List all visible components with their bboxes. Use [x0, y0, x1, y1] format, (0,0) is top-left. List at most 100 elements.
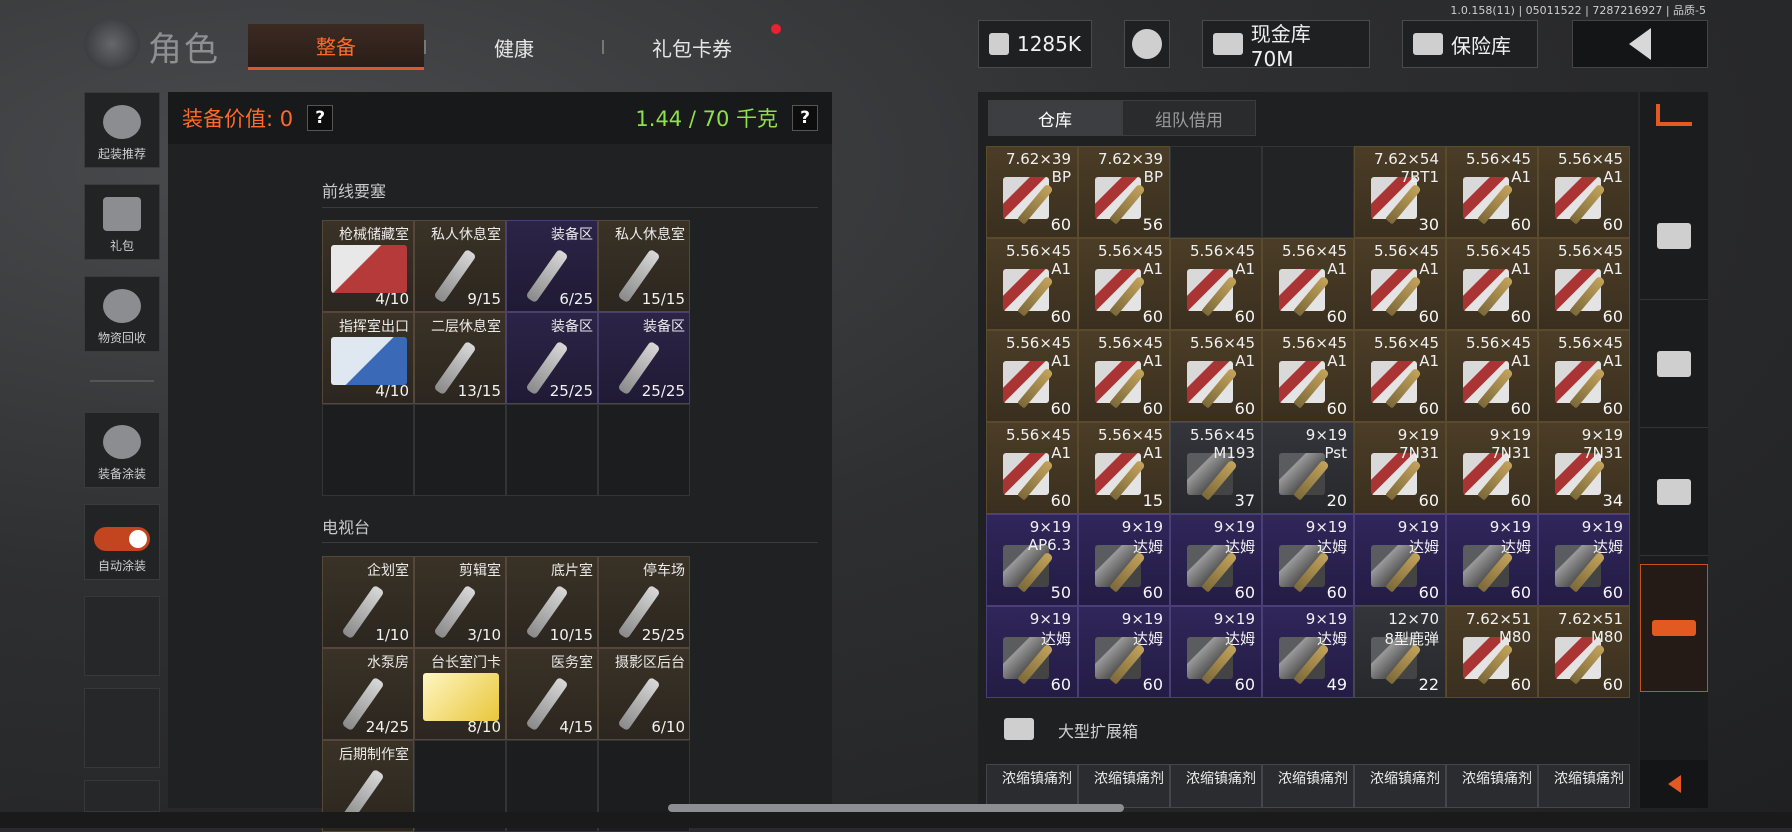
- ammo-item[interactable]: 7.62×54 7BT1 30: [1354, 146, 1446, 238]
- ammo-item[interactable]: 9×19 7N31 34: [1538, 422, 1630, 514]
- key-item[interactable]: 摄影区后台 6/10: [598, 648, 690, 740]
- key-item[interactable]: 枪械储藏室 4/10: [322, 220, 414, 312]
- ammo-item[interactable]: 5.56×45 A1 60: [1538, 330, 1630, 422]
- key-item[interactable]: 医务室 4/15: [506, 648, 598, 740]
- empty-key-slot[interactable]: [506, 404, 598, 496]
- key-item[interactable]: 企划室 1/10: [322, 556, 414, 648]
- tab-warehouse[interactable]: 仓库: [988, 100, 1122, 136]
- ammo-type: 达姆: [1132, 538, 1163, 556]
- ammo-item[interactable]: 5.56×45 A1 60: [1538, 146, 1630, 238]
- sort-icon[interactable]: [1656, 104, 1692, 126]
- ammo-item[interactable]: 5.56×45 A1 60: [986, 422, 1078, 514]
- med-item[interactable]: 浓缩镇痛剂: [1446, 764, 1538, 808]
- ammo-item[interactable]: 9×19 达姆 60: [1170, 514, 1262, 606]
- empty-item-slot[interactable]: [1170, 146, 1262, 238]
- key-item[interactable]: 私人休息室 9/15: [414, 220, 506, 312]
- ammo-item[interactable]: 5.56×45 M193 37: [1170, 422, 1262, 514]
- back-button[interactable]: [1572, 20, 1708, 68]
- sidebar-divider: [90, 380, 154, 382]
- vault-icon: [1213, 33, 1243, 55]
- ammo-item[interactable]: 5.56×45 A1 60: [1446, 330, 1538, 422]
- filter-gear[interactable]: [1640, 300, 1708, 428]
- sidebar-item-recycle[interactable]: 物资回收: [84, 276, 160, 352]
- ammo-item[interactable]: 5.56×45 A1 60: [1262, 238, 1354, 330]
- ammo-item[interactable]: 9×19 达姆 60: [1538, 514, 1630, 606]
- ammo-item[interactable]: 5.56×45 A1 15: [1078, 422, 1170, 514]
- horizontal-scrollbar[interactable]: [668, 804, 1124, 812]
- ammo-item[interactable]: 5.56×45 A1 60: [986, 238, 1078, 330]
- ammo-item[interactable]: 5.56×45 A1 60: [1262, 330, 1354, 422]
- med-item[interactable]: 浓缩镇痛剂: [1354, 764, 1446, 808]
- ammo-item[interactable]: 5.56×45 A1 60: [1078, 330, 1170, 422]
- med-name: 浓缩镇痛剂: [1554, 771, 1624, 787]
- ammo-item[interactable]: 9×19 达姆 49: [1262, 606, 1354, 698]
- cash-vault-button[interactable]: 现金库 70M: [1202, 20, 1370, 71]
- med-item[interactable]: 浓缩镇痛剂: [1262, 764, 1354, 808]
- currency-display[interactable]: 1285K: [978, 20, 1092, 68]
- help-icon[interactable]: ?: [307, 105, 334, 131]
- empty-item-slot[interactable]: [1262, 146, 1354, 238]
- key-item[interactable]: 水泵房 24/25: [322, 648, 414, 740]
- ammo-item[interactable]: 9×19 达姆 60: [1262, 514, 1354, 606]
- ammo-item[interactable]: 9×19 7N31 60: [1354, 422, 1446, 514]
- ammo-item[interactable]: 9×19 达姆 60: [986, 606, 1078, 698]
- med-item[interactable]: 浓缩镇痛剂: [1538, 764, 1630, 808]
- ammo-item[interactable]: 5.56×45 A1 60: [1446, 238, 1538, 330]
- key-item[interactable]: 装备区 6/25: [506, 220, 598, 312]
- empty-key-slot[interactable]: [598, 404, 690, 496]
- key-item[interactable]: 剪辑室 3/10: [414, 556, 506, 648]
- help-icon[interactable]: ?: [792, 105, 818, 131]
- ammo-item[interactable]: 9×19 达姆 60: [1170, 606, 1262, 698]
- tab-team-borrow[interactable]: 组队借用: [1122, 100, 1256, 136]
- ammo-item[interactable]: 7.62×39 BP 56: [1078, 146, 1170, 238]
- med-item[interactable]: 浓缩镇痛剂: [1170, 764, 1262, 808]
- ammo-item[interactable]: 9×19 达姆 60: [1078, 514, 1170, 606]
- ammo-item[interactable]: 7.62×51 M80 60: [1446, 606, 1538, 698]
- auto-paint-toggle[interactable]: [94, 527, 150, 551]
- collapse-button[interactable]: [1640, 760, 1708, 808]
- ammo-item[interactable]: 7.62×39 BP 60: [986, 146, 1078, 238]
- med-item[interactable]: 浓缩镇痛剂: [1078, 764, 1170, 808]
- tab-gift-cards[interactable]: 礼包卡券: [604, 24, 780, 70]
- sidebar-item-gift[interactable]: 礼包: [84, 184, 160, 260]
- filter-container[interactable]: [1640, 172, 1708, 300]
- ammo-item[interactable]: 9×19 7N31 60: [1446, 422, 1538, 514]
- agent-button[interactable]: [1124, 20, 1170, 68]
- ammo-item[interactable]: 5.56×45 A1 60: [1078, 238, 1170, 330]
- sidebar-item-paint[interactable]: 装备涂装: [84, 412, 160, 488]
- key-item[interactable]: 底片室 10/15: [506, 556, 598, 648]
- ammo-item[interactable]: 5.56×45 A1 60: [1354, 238, 1446, 330]
- filter-storage[interactable]: [1640, 428, 1708, 556]
- ammo-item[interactable]: 5.56×45 A1 60: [1170, 330, 1262, 422]
- sidebar-item-loadout-recommend[interactable]: 起装推荐: [84, 92, 160, 168]
- ammo-item[interactable]: 9×19 Pst 20: [1262, 422, 1354, 514]
- ammo-item[interactable]: 9×19 达姆 60: [1078, 606, 1170, 698]
- filter-weapons[interactable]: [1640, 564, 1708, 692]
- key-item[interactable]: 指挥室出口 4/10: [322, 312, 414, 404]
- key-item[interactable]: 装备区 25/25: [598, 312, 690, 404]
- sidebar-item-auto-paint[interactable]: 自动涂装: [84, 504, 160, 580]
- ammo-item[interactable]: 5.56×45 A1 60: [1354, 330, 1446, 422]
- ammo-item[interactable]: 5.56×45 A1 60: [1538, 238, 1630, 330]
- ammo-type: 7N31: [1583, 444, 1623, 462]
- ammo-item[interactable]: 5.56×45 A1 60: [986, 330, 1078, 422]
- med-item[interactable]: 浓缩镇痛剂: [986, 764, 1078, 808]
- key-item[interactable]: 私人休息室 15/15: [598, 220, 690, 312]
- ammo-item[interactable]: 5.56×45 A1 60: [1170, 238, 1262, 330]
- ammo-item[interactable]: 12×70 8型鹿弹 22: [1354, 606, 1446, 698]
- empty-key-slot[interactable]: [322, 404, 414, 496]
- safe-button[interactable]: 保险库: [1402, 20, 1538, 68]
- key-item[interactable]: 台长室门卡 8/10: [414, 648, 506, 740]
- ammo-item[interactable]: 5.56×45 A1 60: [1446, 146, 1538, 238]
- ammo-item[interactable]: 7.62×51 M80 60: [1538, 606, 1630, 698]
- ammo-type: A1: [1419, 352, 1439, 370]
- key-item[interactable]: 装备区 25/25: [506, 312, 598, 404]
- key-item[interactable]: 停车场 25/25: [598, 556, 690, 648]
- empty-key-slot[interactable]: [414, 404, 506, 496]
- key-item[interactable]: 二层休息室 13/15: [414, 312, 506, 404]
- tab-equipment[interactable]: 整备: [248, 24, 424, 70]
- tab-health[interactable]: 健康: [426, 24, 602, 70]
- ammo-item[interactable]: 9×19 达姆 60: [1354, 514, 1446, 606]
- ammo-item[interactable]: 9×19 达姆 60: [1446, 514, 1538, 606]
- ammo-item[interactable]: 9×19 AP6.3 50: [986, 514, 1078, 606]
